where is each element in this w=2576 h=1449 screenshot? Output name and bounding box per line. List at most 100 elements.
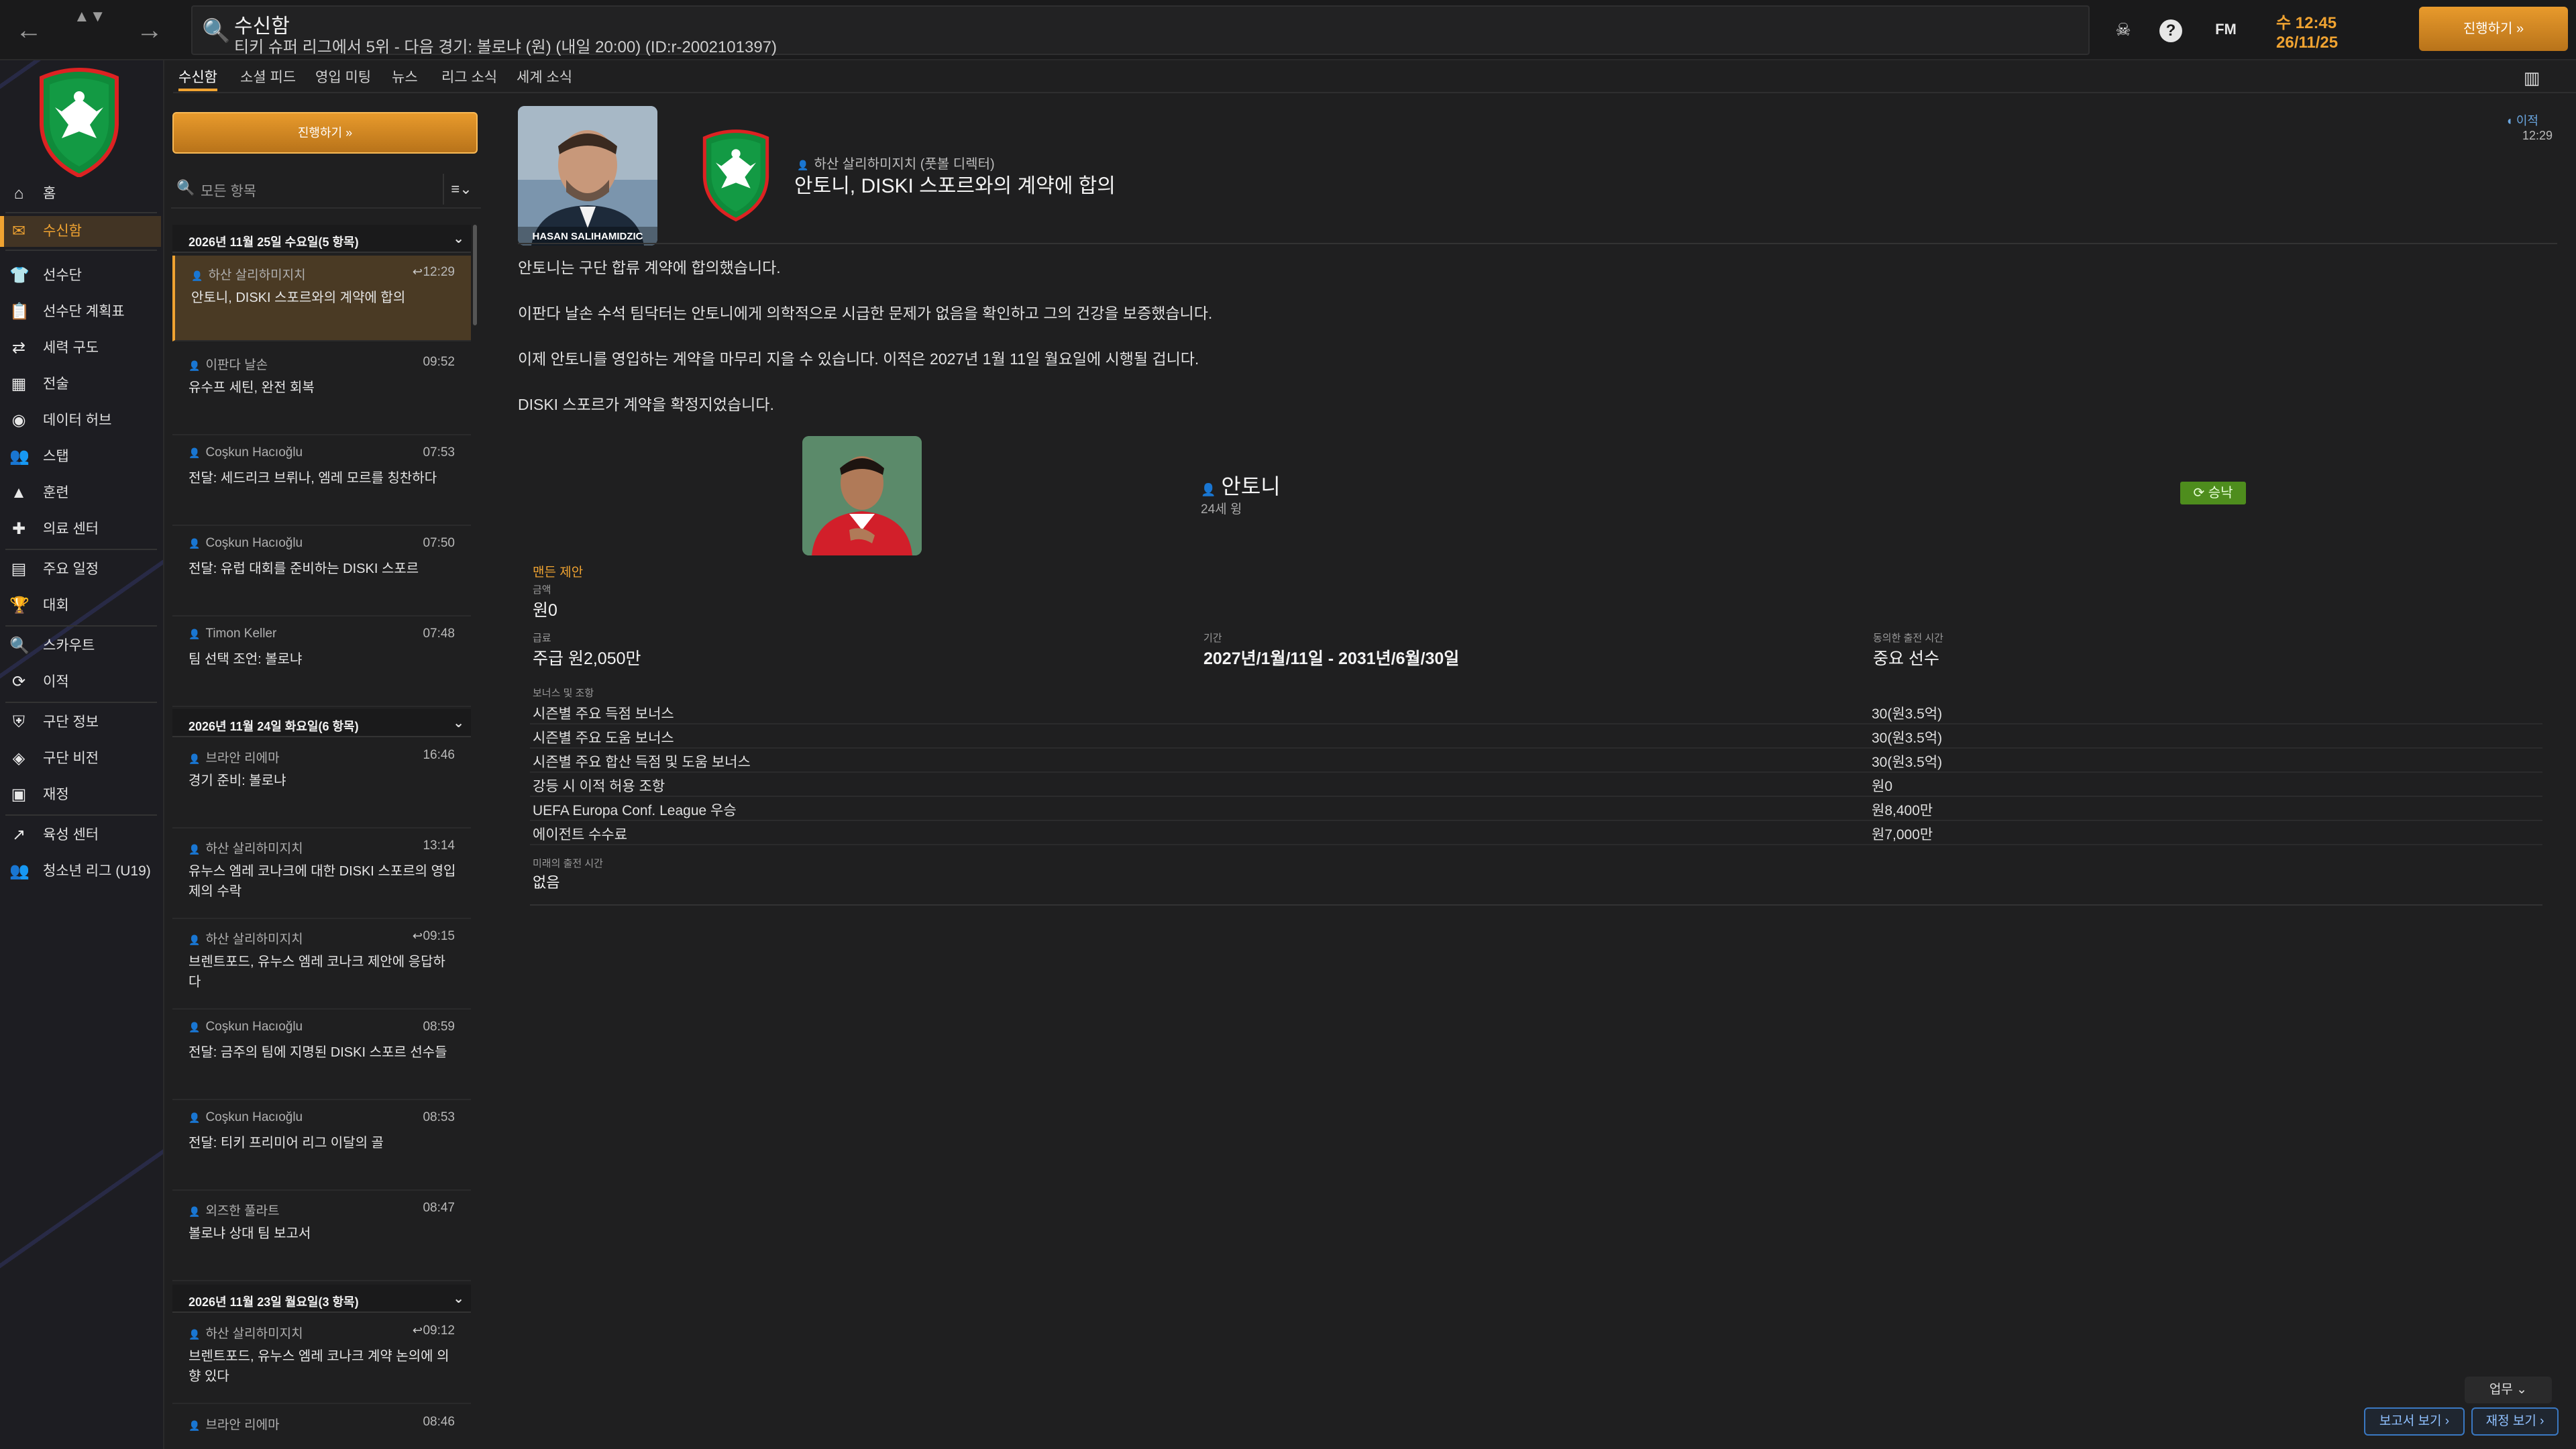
tab-news[interactable]: 뉴스 — [392, 64, 418, 91]
help-icon: ? — [2159, 19, 2182, 42]
message-time: 09:12 — [423, 1324, 455, 1338]
sidebar-item-transfers[interactable]: ⟳ 이적 — [0, 667, 161, 698]
message-divider — [518, 243, 2557, 244]
message-time: 12:29 — [423, 265, 455, 279]
inbox-message[interactable]: 브라안 리에마 08:46 — [172, 1405, 471, 1449]
sidebar-item-medical[interactable]: ✚ 의료 센터 — [0, 514, 161, 545]
top-bar: ← ▲▼ → 🔍 수신함 티키 슈퍼 리그에서 5위 - 다음 경기: 볼로냐 … — [0, 0, 2576, 60]
sidebar-item-youth-league[interactable]: 👥 청소년 리그 (U19) — [0, 856, 161, 887]
sidebar-item-squad-planner[interactable]: 📋 선수단 계획표 — [0, 297, 161, 327]
tab-world-news[interactable]: 세계 소식 — [517, 64, 572, 91]
sidebar-item-home[interactable]: ⌂ 홈 — [0, 178, 161, 209]
tab-social-feed[interactable]: 소셜 피드 — [240, 64, 296, 91]
forward-arrow-icon[interactable]: → — [133, 13, 166, 47]
inbox-message[interactable]: 하산 살리하미지치 ↩ 09:12 브렌트포드, 유누스 엠레 코나크 계약 논… — [172, 1314, 471, 1404]
club-crest-logo — [40, 68, 119, 177]
sidebar-item-label: 대회 — [43, 598, 69, 613]
sidebar-item-schedule[interactable]: ▤ 주요 일정 — [0, 554, 161, 585]
inbox-message[interactable]: Timon Keller 07:48 팀 선택 조언: 볼로냐 — [172, 617, 471, 707]
bonus-value: 원7,000만 — [1872, 827, 1933, 843]
sender-photo[interactable]: HASAN SALIHAMIDZIC — [518, 106, 657, 246]
finance-icon: ▣ — [11, 786, 27, 804]
continue-button-secondary[interactable]: 진행하기 » — [172, 112, 478, 154]
inbox-filter[interactable]: 🔍 모든 항목 ≡⌄ — [171, 171, 481, 209]
view-report-button[interactable]: 보고서 보기 › — [2364, 1407, 2465, 1436]
inbox-message[interactable]: Coşkun Hacıoğlu 07:50 전달: 유럽 대회를 준비하는 DI… — [172, 527, 471, 616]
filter-menu-icon[interactable]: ≡⌄ — [443, 174, 479, 205]
player-photo[interactable] — [802, 436, 922, 555]
search-bar[interactable]: 🔍 수신함 티키 슈퍼 리그에서 5위 - 다음 경기: 볼로냐 (원) (내일… — [191, 5, 2090, 56]
bonus-value: 30(원3.5억) — [1872, 706, 1943, 722]
back-arrow-icon[interactable]: ← — [12, 13, 46, 47]
inbox-message[interactable]: Coşkun Hacıoğlu 07:53 전달: 세드리크 브뤼나, 엠레 모… — [172, 436, 471, 526]
chevron-down-icon: ⌄ — [453, 716, 464, 731]
up-down-arrows-icon[interactable]: ▲▼ — [74, 7, 106, 54]
inbox-message[interactable]: Coşkun Hacıoğlu 08:53 전달: 티키 프리미어 리그 이달의… — [172, 1101, 471, 1191]
sidebar-item-scouting[interactable]: 🔍 스카우트 — [0, 631, 161, 661]
inbox-message-active[interactable]: 하산 살리하미지치 ↩ 12:29 안토니, DISKI 스포르와의 계약에 합… — [172, 256, 471, 341]
inbox-message[interactable]: 하산 살리하미지치 13:14 유누스 엠레 코나크에 대한 DISKI 스포르… — [172, 829, 471, 919]
sidebar-item-data-hub[interactable]: ◉ 데이터 허브 — [0, 405, 161, 436]
sidebar-item-development[interactable]: ↗ 육성 센터 — [0, 820, 161, 851]
message-subject: 브렌트포드, 유누스 엠레 코나크 제안에 응답하다 — [189, 955, 445, 989]
screen-subtitle: 티키 슈퍼 리그에서 5위 - 다음 경기: 볼로냐 (원) (내일 20:00… — [234, 38, 777, 56]
panel-toggle-icon[interactable]: ▥ — [2517, 64, 2546, 91]
inbox-message[interactable]: 이판다 날손 09:52 유수프 세틴, 완전 회복 — [172, 345, 471, 435]
inbox-scrollbar[interactable] — [473, 225, 477, 325]
tab-league-news[interactable]: 리그 소식 — [441, 64, 497, 91]
date-group-header[interactable]: 2026년 11월 24일 화요일(6 항목) ⌄ — [172, 709, 471, 737]
help-button[interactable]: ? — [2157, 16, 2184, 43]
sidebar-item-finances[interactable]: ▣ 재정 — [0, 780, 161, 810]
youth-icon: 👥 — [9, 862, 30, 880]
skull-icon[interactable]: ☠ — [2110, 16, 2137, 43]
tab-transfer-meetings[interactable]: 영입 미팅 — [315, 64, 371, 91]
inbox-message[interactable]: 외즈한 풀라트 08:47 볼로냐 상대 팀 보고서 — [172, 1191, 471, 1281]
inbox-message[interactable]: 브라안 리에마 16:46 경기 준비: 볼로냐 — [172, 739, 471, 828]
sidebar-item-club-vision[interactable]: ◈ 구단 비전 — [0, 743, 161, 774]
fm-menu-button[interactable]: FM — [2206, 16, 2246, 43]
message-sender: 외즈한 풀라트 — [189, 1201, 279, 1219]
message-subject: 전달: 세드리크 브뤼나, 엠레 모르를 칭찬하다 — [189, 471, 437, 486]
tasks-button[interactable]: 업무 ⌄ — [2465, 1377, 2552, 1403]
sidebar-item-club-info[interactable]: ⛨ 구단 정보 — [0, 707, 161, 738]
view-finances-button[interactable]: 재정 보기 › — [2471, 1407, 2559, 1436]
sidebar-item-training[interactable]: ▲ 훈련 — [0, 478, 161, 508]
date-group-header[interactable]: 2026년 11월 25일 수요일(5 항목) ⌄ — [172, 225, 471, 253]
sidebar-divider — [5, 625, 157, 627]
message-paragraph: 이판다 날손 수석 팀닥터는 안토니에게 의학적으로 시급한 문제가 없음을 확… — [518, 305, 1213, 322]
sidebar-item-label: 이적 — [43, 674, 69, 690]
sidebar-divider — [5, 212, 157, 213]
sidebar-item-staff[interactable]: 👥 스탭 — [0, 441, 161, 472]
sidebar-item-label: 육성 센터 — [43, 827, 99, 843]
dynamics-icon: ⇄ — [11, 339, 26, 357]
sidebar-item-competitions[interactable]: 🏆 대회 — [0, 590, 161, 621]
trophy-icon: 🏆 — [9, 596, 30, 614]
player-name-link[interactable]: 안토니 — [1201, 470, 1280, 500]
message-subject: 전달: 티키 프리미어 리그 이달의 골 — [189, 1136, 384, 1150]
sidebar-item-tactics[interactable]: ▦ 전술 — [0, 369, 161, 400]
sidebar-item-dynamics[interactable]: ⇄ 세력 구도 — [0, 333, 161, 364]
sidebar-item-label: 선수단 계획표 — [43, 304, 125, 319]
message-time: 13:14 — [423, 839, 455, 853]
message-subject: 유수프 세틴, 완전 회복 — [189, 380, 315, 395]
game-clock[interactable]: 수 12:45 26/11/25 — [2271, 7, 2405, 55]
sidebar-item-inbox[interactable]: ✉ 수신함 — [0, 216, 161, 247]
sidebar-item-label: 재정 — [43, 787, 69, 802]
future-playing-time-label: 미래의 출전 시간 — [533, 858, 603, 869]
continue-button[interactable]: 진행하기 » — [2419, 7, 2568, 51]
message-sender: Coşkun Hacıoğlu — [189, 445, 303, 460]
message-time: 08:59 — [423, 1020, 455, 1034]
shirt-icon: 👕 — [9, 266, 30, 284]
sidebar-item-label: 훈련 — [43, 485, 69, 500]
message-time: 08:46 — [423, 1415, 455, 1429]
sender-portrait-image: HASAN SALIHAMIDZIC — [518, 106, 657, 246]
sidebar-item-squad[interactable]: 👕 선수단 — [0, 260, 161, 291]
bonus-value: 30(원3.5억) — [1872, 755, 1943, 770]
tab-inbox[interactable]: 수신함 — [178, 64, 217, 91]
inbox-message[interactable]: 하산 살리하미지치 ↩ 09:15 브렌트포드, 유누스 엠레 코나크 제안에 … — [172, 920, 471, 1010]
inbox-message[interactable]: Coşkun Hacıoğlu 08:59 전달: 금주의 팀에 지명된 DIS… — [172, 1010, 471, 1100]
filter-input[interactable]: 모든 항목 — [201, 180, 256, 201]
bonus-name: UEFA Europa Conf. League 우승 — [533, 803, 737, 818]
message-paragraph: DISKI 스포르가 계약을 확정지었습니다. — [518, 396, 774, 413]
date-group-header[interactable]: 2026년 11월 23일 월요일(3 항목) ⌄ — [172, 1285, 471, 1313]
